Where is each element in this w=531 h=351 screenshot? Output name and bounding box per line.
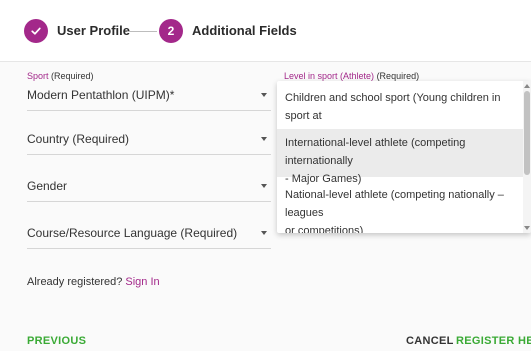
chevron-down-icon xyxy=(261,184,267,188)
step-2-number-circle[interactable]: 2 xyxy=(159,19,183,43)
country-select-value: Country (Required) xyxy=(27,132,130,146)
cancel-button[interactable]: CANCEL xyxy=(406,335,454,347)
chevron-down-icon xyxy=(261,93,267,97)
previous-button[interactable]: PREVIOUS xyxy=(27,335,86,347)
chevron-down-icon xyxy=(261,137,267,141)
sport-select[interactable]: Modern Pentathlon (UIPM)* xyxy=(27,86,271,111)
chevron-down-icon xyxy=(261,231,267,235)
stepper: User Profile 2 Additional Fields xyxy=(0,0,531,62)
level-label-text: Level in sport (Athlete) xyxy=(284,71,375,81)
option-line: or competitions) xyxy=(285,225,364,233)
gender-select[interactable]: Gender xyxy=(27,178,271,202)
list-item-selected[interactable]: International-level athlete (competing i… xyxy=(277,129,523,185)
sport-select-value: Modern Pentathlon (UIPM)* xyxy=(27,88,175,102)
scrollbar[interactable] xyxy=(523,81,531,233)
check-icon xyxy=(31,27,41,35)
step-2-label[interactable]: Additional Fields xyxy=(192,23,297,38)
gender-select-value: Gender xyxy=(27,179,68,193)
level-required-text: (Required) xyxy=(376,71,420,81)
scroll-up-icon[interactable] xyxy=(524,84,530,88)
signin-prompt-text: Already registered? xyxy=(27,276,123,288)
option-line: Children and school sport (Young childre… xyxy=(285,92,501,122)
step-1-check-circle[interactable] xyxy=(24,19,48,43)
signin-prompt: Already registered? Sign In xyxy=(27,276,160,288)
language-select[interactable]: Course/Resource Language (Required) xyxy=(27,225,271,249)
scroll-down-icon[interactable] xyxy=(524,226,530,230)
sport-label: Sport (Required) xyxy=(27,71,94,81)
step-1-label[interactable]: User Profile xyxy=(57,23,130,38)
level-dropdown-list[interactable]: Children and school sport (Young childre… xyxy=(277,81,531,233)
step-connector xyxy=(127,31,157,32)
level-label: Level in sport (Athlete) (Required) xyxy=(284,71,419,81)
register-button[interactable]: REGISTER HERE xyxy=(456,335,531,347)
list-item[interactable]: National-level athlete (competing nation… xyxy=(277,181,523,233)
country-select[interactable]: Country (Required) xyxy=(27,131,271,155)
option-line: National-level athlete (competing nation… xyxy=(285,189,504,219)
scrollbar-thumb[interactable] xyxy=(524,91,530,175)
sport-required-text: (Required) xyxy=(51,71,94,81)
sport-label-text: Sport xyxy=(27,71,49,81)
language-select-value: Course/Resource Language (Required) xyxy=(27,226,238,240)
option-line: International-level athlete (competing i… xyxy=(285,137,466,167)
signin-link[interactable]: Sign In xyxy=(125,276,159,288)
